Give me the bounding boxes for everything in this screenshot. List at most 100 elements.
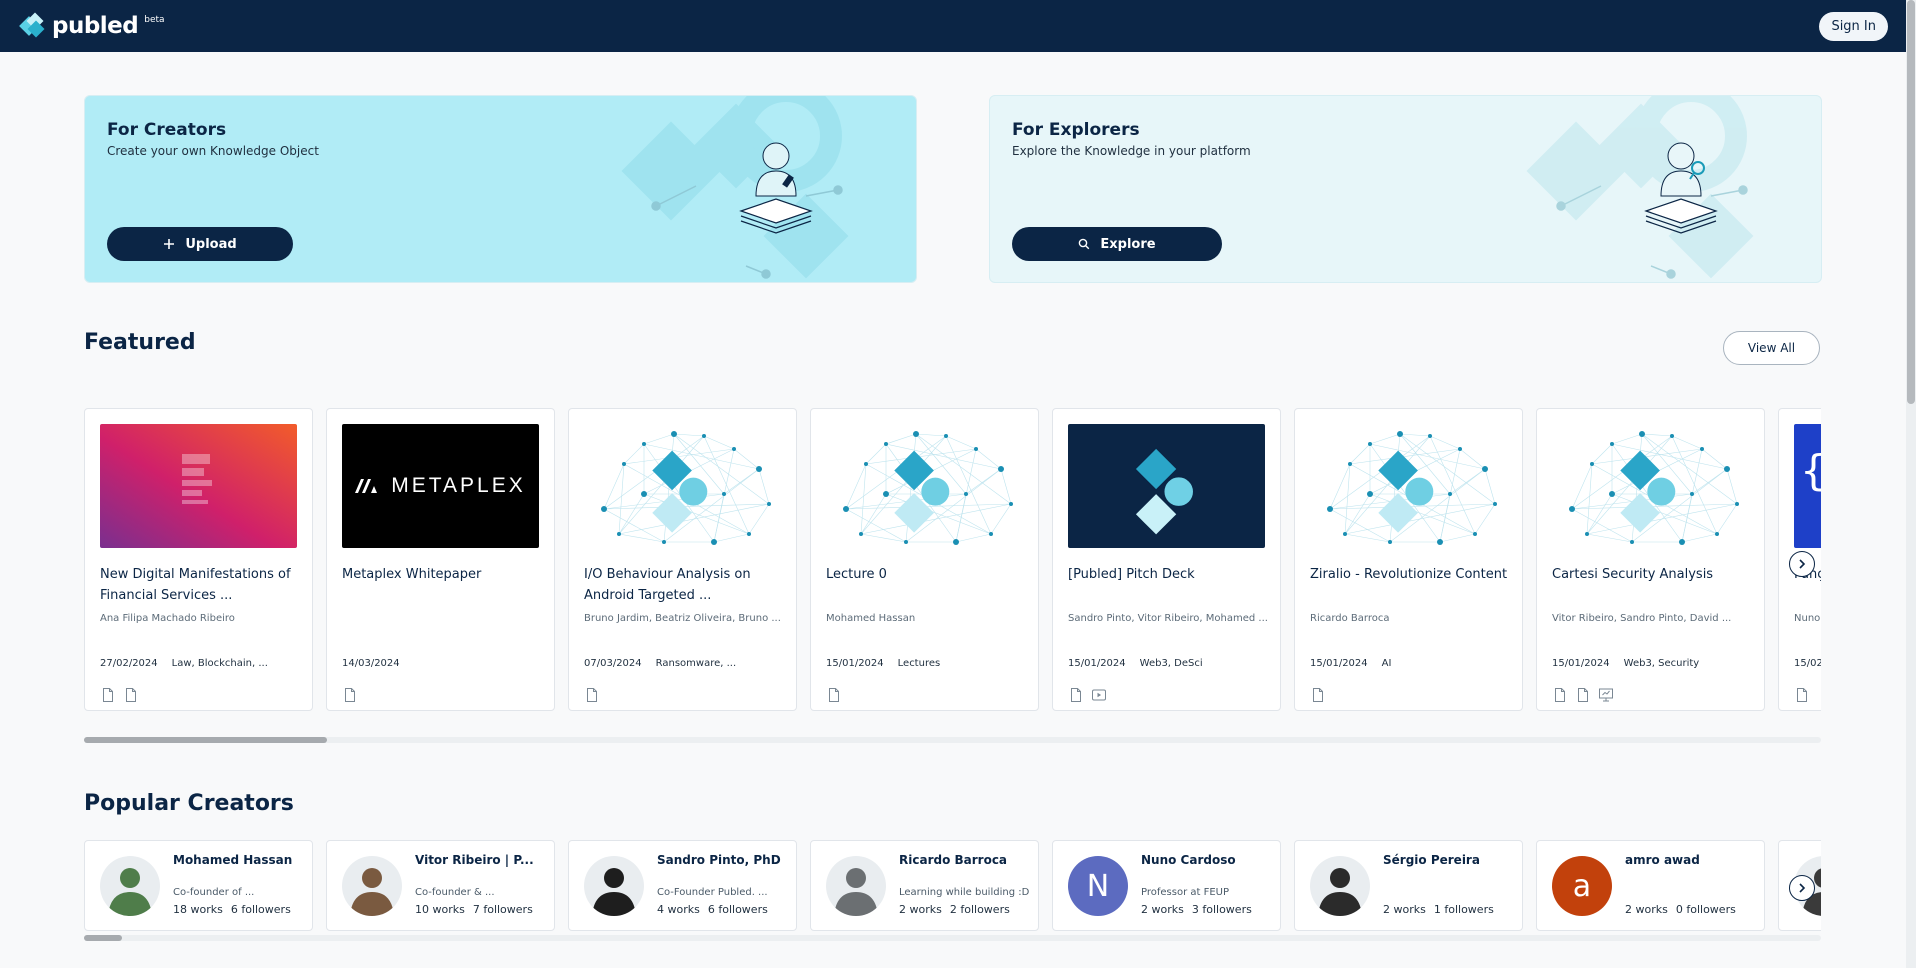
card-file-types	[100, 687, 139, 703]
card-authors: Bruno Jardim, Beatriz Oliveira, Bruno ..…	[584, 613, 781, 624]
creators-scrollbar-thumb[interactable]	[84, 935, 123, 941]
creator-works: 2 works	[1383, 903, 1426, 916]
card-thumbnail[interactable]	[100, 424, 297, 548]
card-meta: 14/03/2024	[342, 658, 414, 669]
card-meta: 15/02/	[1794, 658, 1821, 669]
creator-followers: 2 followers	[949, 903, 1010, 916]
creator-name[interactable]: Mohamed Hassan	[173, 853, 292, 867]
card-title[interactable]: [Publed] Pitch Deck	[1068, 564, 1268, 585]
avatar[interactable]	[1310, 856, 1370, 916]
document-icon	[100, 687, 116, 703]
avatar[interactable]	[826, 856, 886, 916]
search-icon	[1079, 238, 1090, 250]
document-icon	[342, 687, 358, 703]
creator-name[interactable]: Sérgio Pereira	[1383, 853, 1480, 867]
card-thumbnail[interactable]	[1310, 424, 1507, 548]
card-file-types	[826, 687, 842, 703]
creator-name[interactable]: amro awad	[1625, 853, 1700, 867]
creators-carousel: Mohamed Hassan Co-founder of ... 18 works 6…	[84, 840, 1821, 932]
card-meta: 15/01/2024 Web3, Security	[1552, 658, 1699, 669]
featured-card[interactable]: [Publed] Pitch Deck Sandro Pinto, Vitor R…	[1052, 408, 1281, 711]
card-title[interactable]: New Digital Manifestations of Financial …	[100, 564, 300, 606]
featured-heading: Featured	[84, 330, 196, 355]
featured-carousel: New Digital Manifestations of Financial …	[84, 408, 1821, 712]
avatar-letter: a	[1572, 868, 1592, 904]
presentation-icon	[1598, 687, 1614, 703]
creator-name[interactable]: Ricardo Barroca	[899, 853, 1007, 867]
featured-card[interactable]: METAPLEX Metaplex Whitepaper 14/03/2024	[326, 408, 555, 711]
document-icon	[1552, 687, 1568, 703]
creators-next-button[interactable]	[1789, 875, 1815, 901]
creator-card[interactable]: Sérgio Pereira 2 works 1 followers	[1294, 840, 1523, 931]
creator-card[interactable]: Vitor Ribeiro | P... Co-founder & ... 10 w…	[326, 840, 555, 931]
card-title[interactable]: Metaplex Whitepaper	[342, 564, 542, 585]
view-all-button[interactable]: View All	[1723, 331, 1820, 365]
card-date: 27/02/2024	[100, 658, 158, 669]
avatar[interactable]: a	[1552, 856, 1612, 916]
card-title[interactable]: I/O Behaviour Analysis on Android Target…	[584, 564, 784, 606]
card-thumbnail[interactable]: {e	[1794, 424, 1821, 548]
avatar[interactable]: N	[1068, 856, 1128, 916]
featured-card[interactable]: I/O Behaviour Analysis on Android Target…	[568, 408, 797, 711]
creator-bio: Co-founder of ...	[173, 887, 255, 898]
featured-card[interactable]: Ziralio - Revolutionize Content Ricardo B…	[1294, 408, 1523, 711]
card-tags: Lectures	[897, 658, 941, 669]
creator-card[interactable]: a amro awad 2 works 0 followers	[1536, 840, 1765, 931]
card-file-types	[1310, 687, 1326, 703]
for-explorers-card: For Explorers Explore the Knowledge in y…	[989, 95, 1822, 283]
card-thumbnail[interactable]: METAPLEX	[342, 424, 539, 548]
featured-next-button[interactable]	[1789, 551, 1815, 577]
creator-name[interactable]: Nuno Cardoso	[1141, 853, 1236, 867]
creator-name[interactable]: Sandro Pinto, PhD	[657, 853, 781, 867]
card-file-types	[1068, 687, 1107, 703]
card-tags: AI	[1381, 658, 1392, 669]
avatar[interactable]	[342, 856, 402, 916]
creator-card[interactable]: Ricardo Barroca Learning while building :…	[810, 840, 1039, 931]
creator-illustration	[621, 96, 849, 279]
creator-works: 10 works	[415, 903, 465, 916]
featured-card[interactable]: Lecture 0 Mohamed Hassan 15/01/2024 Lecture…	[810, 408, 1039, 711]
card-thumbnail[interactable]	[1068, 424, 1265, 548]
card-date: 15/01/2024	[1552, 658, 1610, 669]
card-date: 15/01/2024	[826, 658, 884, 669]
featured-scrollbar-thumb[interactable]	[84, 737, 328, 743]
card-thumbnail[interactable]	[584, 424, 781, 548]
avatar[interactable]	[100, 856, 160, 916]
card-date: 15/01/2024	[1310, 658, 1368, 669]
card-file-types	[1552, 687, 1614, 703]
creator-card[interactable]: Sandro Pinto, PhD Co-Founder Publed. ... 4…	[568, 840, 797, 931]
explore-button[interactable]: Explore	[1012, 227, 1222, 261]
featured-card[interactable]: Cartesi Security Analysis Vitor Ribeiro, …	[1536, 408, 1765, 711]
creator-stats: 4 works 6 followers	[657, 903, 768, 916]
sign-in-button[interactable]: Sign In	[1819, 11, 1888, 41]
creator-stats: 2 works 0 followers	[1625, 903, 1736, 916]
card-meta: 15/01/2024 AI	[1310, 658, 1391, 669]
page-scrollbar-thumb[interactable]	[1907, 0, 1915, 404]
card-thumbnail[interactable]	[1552, 424, 1749, 548]
card-title[interactable]: Lecture 0	[826, 564, 1026, 585]
creator-works: 2 works	[1141, 903, 1184, 916]
card-meta: 07/03/2024 Ransomware, ...	[584, 658, 736, 669]
card-meta: 15/01/2024 Web3, DeSci	[1068, 658, 1203, 669]
upload-button[interactable]: Upload	[107, 227, 293, 261]
page-scrollbar[interactable]	[1906, 0, 1916, 968]
creator-name[interactable]: Vitor Ribeiro | P...	[415, 853, 534, 867]
card-authors: Ana Filipa Machado Ribeiro	[100, 613, 235, 624]
creator-card[interactable]: N Nuno Cardoso Professor at FEUP 2 works 3 f…	[1052, 840, 1281, 931]
publed-logo[interactable]: publed beta	[19, 12, 165, 39]
card-meta: 27/02/2024 Law, Blockchain, ...	[100, 658, 268, 669]
document-icon	[1794, 687, 1810, 703]
code-thumb-text: {e	[1794, 424, 1821, 548]
creator-card[interactable]: Mohamed Hassan Co-founder of ... 18 works 6…	[84, 840, 313, 931]
card-thumbnail[interactable]	[826, 424, 1023, 548]
creators-scrollbar[interactable]	[84, 935, 1821, 941]
avatar[interactable]	[584, 856, 644, 916]
upload-button-label: Upload	[185, 236, 237, 252]
card-title[interactable]: Ziralio - Revolutionize Content	[1310, 564, 1510, 585]
beta-badge: beta	[144, 15, 165, 25]
featured-card[interactable]: New Digital Manifestations of Financial …	[84, 408, 313, 711]
card-authors: Mohamed Hassan	[826, 613, 916, 624]
card-meta: 15/01/2024 Lectures	[826, 658, 940, 669]
featured-scrollbar[interactable]	[84, 737, 1821, 743]
card-title[interactable]: Cartesi Security Analysis	[1552, 564, 1752, 585]
